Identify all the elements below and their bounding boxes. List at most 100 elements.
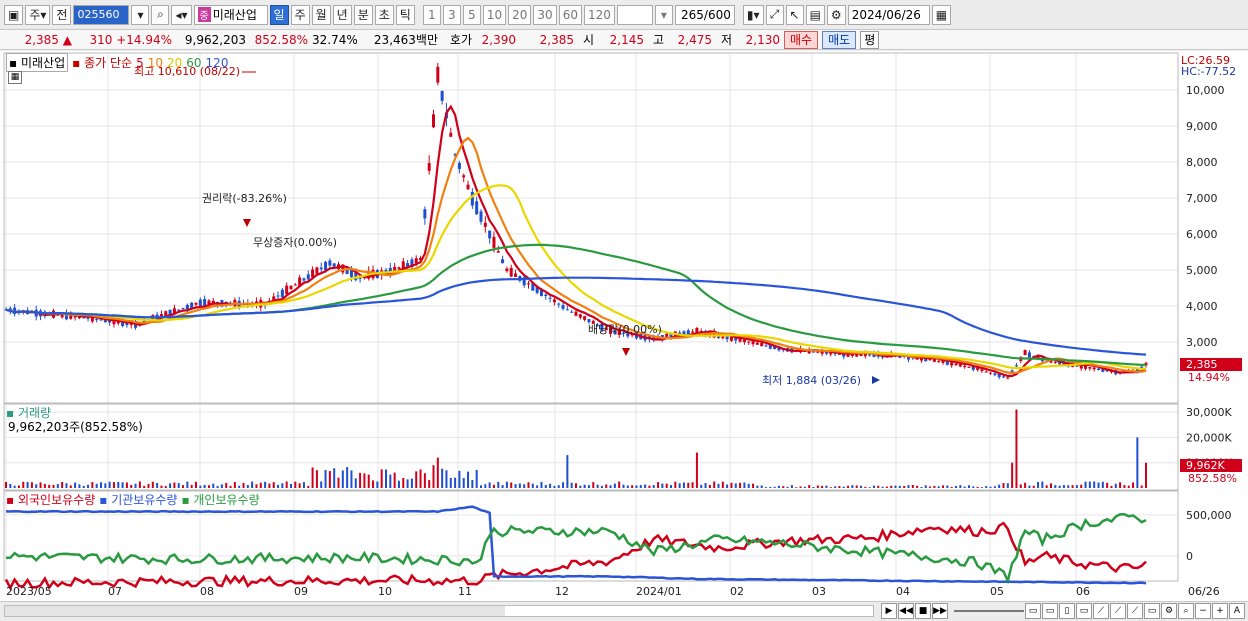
interval-30[interactable]: 30: [533, 4, 557, 25]
zoom-in-icon[interactable]: +: [1212, 603, 1228, 619]
interval-1[interactable]: 1: [422, 4, 441, 25]
individual-holding-label[interactable]: ▪ 개인보유수량: [181, 491, 259, 508]
candle-body: [583, 316, 587, 320]
volume-bar: [665, 483, 668, 488]
interval-3[interactable]: 3: [442, 4, 461, 25]
forward-icon[interactable]: ▶▶: [932, 603, 948, 619]
interval-input[interactable]: [616, 4, 653, 25]
window-icon[interactable]: ▣: [4, 4, 24, 25]
period-week[interactable]: 주: [290, 4, 310, 25]
volume-bar: [898, 485, 901, 488]
market-type-select[interactable]: 주 ▾: [25, 4, 51, 25]
stock-name-chip[interactable]: ▪ 미래산업: [6, 53, 69, 72]
volume-bar: [963, 486, 966, 488]
stop-icon[interactable]: ■: [915, 603, 931, 619]
candle-body: [993, 373, 997, 376]
interval-5[interactable]: 5: [462, 4, 481, 25]
period-second[interactable]: 초: [374, 4, 394, 25]
zoom-icon[interactable]: ⌕: [1178, 603, 1194, 619]
sell-button[interactable]: 매도: [822, 30, 857, 49]
volume-bar: [65, 483, 68, 488]
layout-icon-3[interactable]: ▯: [1059, 603, 1075, 619]
volume-bar: [328, 471, 331, 488]
scroll-thumb[interactable]: [5, 606, 505, 616]
volume-bar: [1045, 485, 1048, 488]
period-year[interactable]: 년: [332, 4, 352, 25]
candle-body: [557, 303, 561, 305]
speaker-icon[interactable]: ◂▾: [171, 4, 192, 25]
ma-60-label[interactable]: 60: [186, 56, 201, 70]
calendar-icon[interactable]: ▦: [931, 4, 952, 25]
ma-60-line: [5, 243, 1147, 366]
volume-bar: [1119, 482, 1122, 488]
avg-button[interactable]: 평: [860, 30, 880, 49]
period-tick[interactable]: 틱: [395, 4, 415, 25]
candle-body: [928, 359, 932, 361]
search-icon[interactable]: ⌕: [151, 4, 170, 25]
institution-holding-label[interactable]: ▪ 기관보유수량: [99, 491, 177, 508]
period-month[interactable]: 월: [311, 4, 331, 25]
volume-bar: [1114, 483, 1117, 488]
date-field[interactable]: 2024/06/26: [847, 4, 930, 25]
gear-icon[interactable]: ⚙: [826, 4, 846, 25]
period-minute[interactable]: 분: [353, 4, 373, 25]
volume-bar: [622, 484, 625, 488]
interval-60[interactable]: 60: [558, 4, 582, 25]
interval-dropdown-icon[interactable]: ▾: [654, 4, 673, 25]
draw-tool-icon[interactable]: ⤢: [765, 4, 784, 25]
play-icon[interactable]: ▶: [881, 603, 897, 619]
scroll-track[interactable]: [4, 605, 874, 617]
volume-bar: [1080, 484, 1083, 488]
volume-bar: [950, 486, 953, 488]
calculator-icon[interactable]: ▦: [8, 71, 22, 84]
interval-20[interactable]: 20: [508, 4, 532, 25]
zoom-slider[interactable]: [954, 603, 1024, 619]
x-tick-label: 03: [812, 585, 826, 598]
volume-bar: [147, 483, 150, 488]
candle-icon[interactable]: ▮▾: [742, 4, 764, 25]
layout-icon-2[interactable]: ▭: [1042, 603, 1058, 619]
stock-code-input[interactable]: 025560: [73, 4, 130, 25]
volume-bar: [989, 486, 992, 488]
rewind-icon[interactable]: ◀◀: [898, 603, 914, 619]
volume-bar: [1024, 482, 1027, 488]
cursor-icon[interactable]: ↖: [785, 4, 804, 25]
bid-price: 2,385: [539, 32, 574, 47]
volume-bar: [1097, 482, 1100, 488]
ma-120-label[interactable]: 120: [206, 56, 229, 70]
save-icon[interactable]: ▤: [805, 4, 825, 25]
chart-svg[interactable]: 10,000 9,000 8,000 7,000 6,000 5,000 4,000 3,00…: [0, 51, 1248, 601]
zoom-out-icon[interactable]: −: [1195, 603, 1211, 619]
volume-bar: [557, 485, 560, 488]
draw-fib-icon[interactable]: ⟋: [1127, 603, 1143, 619]
volume-bar: [993, 486, 996, 488]
draw-line-icon[interactable]: ⟋: [1093, 603, 1109, 619]
layout-icon-4[interactable]: ▭: [1076, 603, 1092, 619]
volume-bar: [799, 486, 802, 488]
prev-button[interactable]: 전: [52, 4, 72, 25]
chart-area[interactable]: 10,000 9,000 8,000 7,000 6,000 5,000 4,000 3,00…: [0, 51, 1248, 601]
candle-body: [527, 283, 530, 285]
ma-10-label[interactable]: 10: [148, 56, 163, 70]
ma-5-label[interactable]: 5: [136, 56, 144, 70]
foreign-holding-label[interactable]: ▪ 외국인보유수량: [6, 491, 95, 508]
candle-body: [306, 274, 310, 280]
volume-bar: [821, 485, 824, 488]
period-day[interactable]: 일: [269, 4, 289, 25]
layout-icon-1[interactable]: ▭: [1025, 603, 1041, 619]
volume-bar: [570, 482, 573, 488]
interval-10[interactable]: 10: [482, 4, 507, 25]
text-size-icon[interactable]: A: [1229, 603, 1245, 619]
count-field[interactable]: 265/600: [674, 4, 735, 25]
code-dropdown-icon[interactable]: ▾: [131, 4, 150, 25]
copy-icon[interactable]: ▭: [1144, 603, 1160, 619]
draw-trend-icon[interactable]: ⟋: [1110, 603, 1126, 619]
settings-icon[interactable]: ⚙: [1161, 603, 1177, 619]
ma-label[interactable]: ▪ 종가 단순: [72, 54, 132, 71]
volume-bar: [717, 483, 720, 488]
interval-120[interactable]: 120: [583, 4, 615, 25]
buy-button[interactable]: 매수: [784, 30, 819, 49]
volume-bar: [1015, 409, 1018, 488]
volume-bar: [69, 485, 72, 488]
ma-20-label[interactable]: 20: [167, 56, 182, 70]
